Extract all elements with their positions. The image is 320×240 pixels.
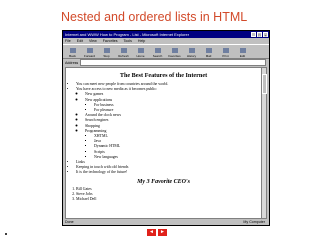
status-bar: Done My Computer xyxy=(63,219,269,225)
slide-bullet xyxy=(5,233,7,235)
forward-button[interactable]: Forward xyxy=(82,46,97,58)
home-icon xyxy=(137,47,144,53)
refresh-icon xyxy=(120,47,127,53)
address-input[interactable] xyxy=(80,59,266,66)
back-icon xyxy=(69,47,76,53)
menu-tools[interactable]: Tools xyxy=(124,38,132,44)
features-list: You can meet new people from countries a… xyxy=(66,82,261,176)
history-button[interactable]: History xyxy=(184,46,199,58)
browser-toolbar: Back Forward Stop Refresh Home Search Fa… xyxy=(63,44,269,59)
browser-title: Internet and WWW How to Program - List -… xyxy=(65,32,190,37)
menu-edit[interactable]: Edit xyxy=(77,38,83,44)
browser-titlebar: Internet and WWW How to Program - List -… xyxy=(63,31,269,38)
browser-window: Internet and WWW How to Program - List -… xyxy=(62,30,270,226)
scrollbar-thumb[interactable] xyxy=(262,74,267,94)
favorites-icon xyxy=(171,47,178,53)
refresh-button[interactable]: Refresh xyxy=(116,46,131,58)
address-label: Address xyxy=(65,60,79,65)
vertical-scrollbar[interactable] xyxy=(261,67,267,219)
list-item: Programming XHTML Java Dynamic HTML Scri… xyxy=(85,129,261,160)
list-item: You have access to new media as it becom… xyxy=(76,87,261,160)
menu-favorites[interactable]: Favorites xyxy=(103,38,118,44)
address-bar: Address xyxy=(63,59,269,66)
minimize-button[interactable]: _ xyxy=(251,32,256,38)
page-content: The Best Features of the Internet You ca… xyxy=(65,67,262,219)
edit-button[interactable]: Edit xyxy=(235,46,250,58)
favorites-button[interactable]: Favorites xyxy=(167,46,182,58)
window-controls: _ □ × xyxy=(251,32,268,38)
menu-view[interactable]: View xyxy=(89,38,97,44)
menu-file[interactable]: File xyxy=(65,38,71,44)
status-zone: My Computer xyxy=(243,220,265,224)
programming-sublist: XHTML Java Dynamic HTML Scripts New lang… xyxy=(85,134,261,160)
ceo-list: Bill Gates Steve Jobs Michael Dell xyxy=(66,187,261,203)
stop-button[interactable]: Stop xyxy=(99,46,114,58)
applications-sublist: For business For pleasure xyxy=(85,103,261,113)
media-sublist: New games New applications For business … xyxy=(76,92,261,160)
page-heading: The Best Features of the Internet xyxy=(119,72,208,79)
mail-button[interactable]: Mail xyxy=(201,46,216,58)
status-text: Done xyxy=(65,220,74,224)
next-slide-button[interactable]: ► xyxy=(158,229,167,236)
back-button[interactable]: Back xyxy=(65,46,80,58)
search-button[interactable]: Search xyxy=(150,46,165,58)
ceo-heading: My 3 Favorite CEO's xyxy=(137,178,190,185)
edit-icon xyxy=(239,47,246,53)
maximize-button[interactable]: □ xyxy=(257,32,262,38)
forward-icon xyxy=(86,47,93,53)
list-item: New applications For business For pleasu… xyxy=(85,98,261,114)
print-button[interactable]: Print xyxy=(218,46,233,58)
mail-icon xyxy=(205,47,212,53)
print-icon xyxy=(222,47,229,53)
stop-icon xyxy=(103,47,110,53)
home-button[interactable]: Home xyxy=(133,46,148,58)
close-button[interactable]: × xyxy=(263,32,268,38)
search-icon xyxy=(154,47,161,53)
menu-help[interactable]: Help xyxy=(138,38,145,44)
history-icon xyxy=(188,47,195,53)
slide-title: Nested and ordered lists in HTML xyxy=(61,10,248,24)
list-item: Michael Dell xyxy=(76,197,261,202)
prev-slide-button[interactable]: ◄ xyxy=(147,229,156,236)
list-item: It is the technology of the future! xyxy=(76,170,261,175)
